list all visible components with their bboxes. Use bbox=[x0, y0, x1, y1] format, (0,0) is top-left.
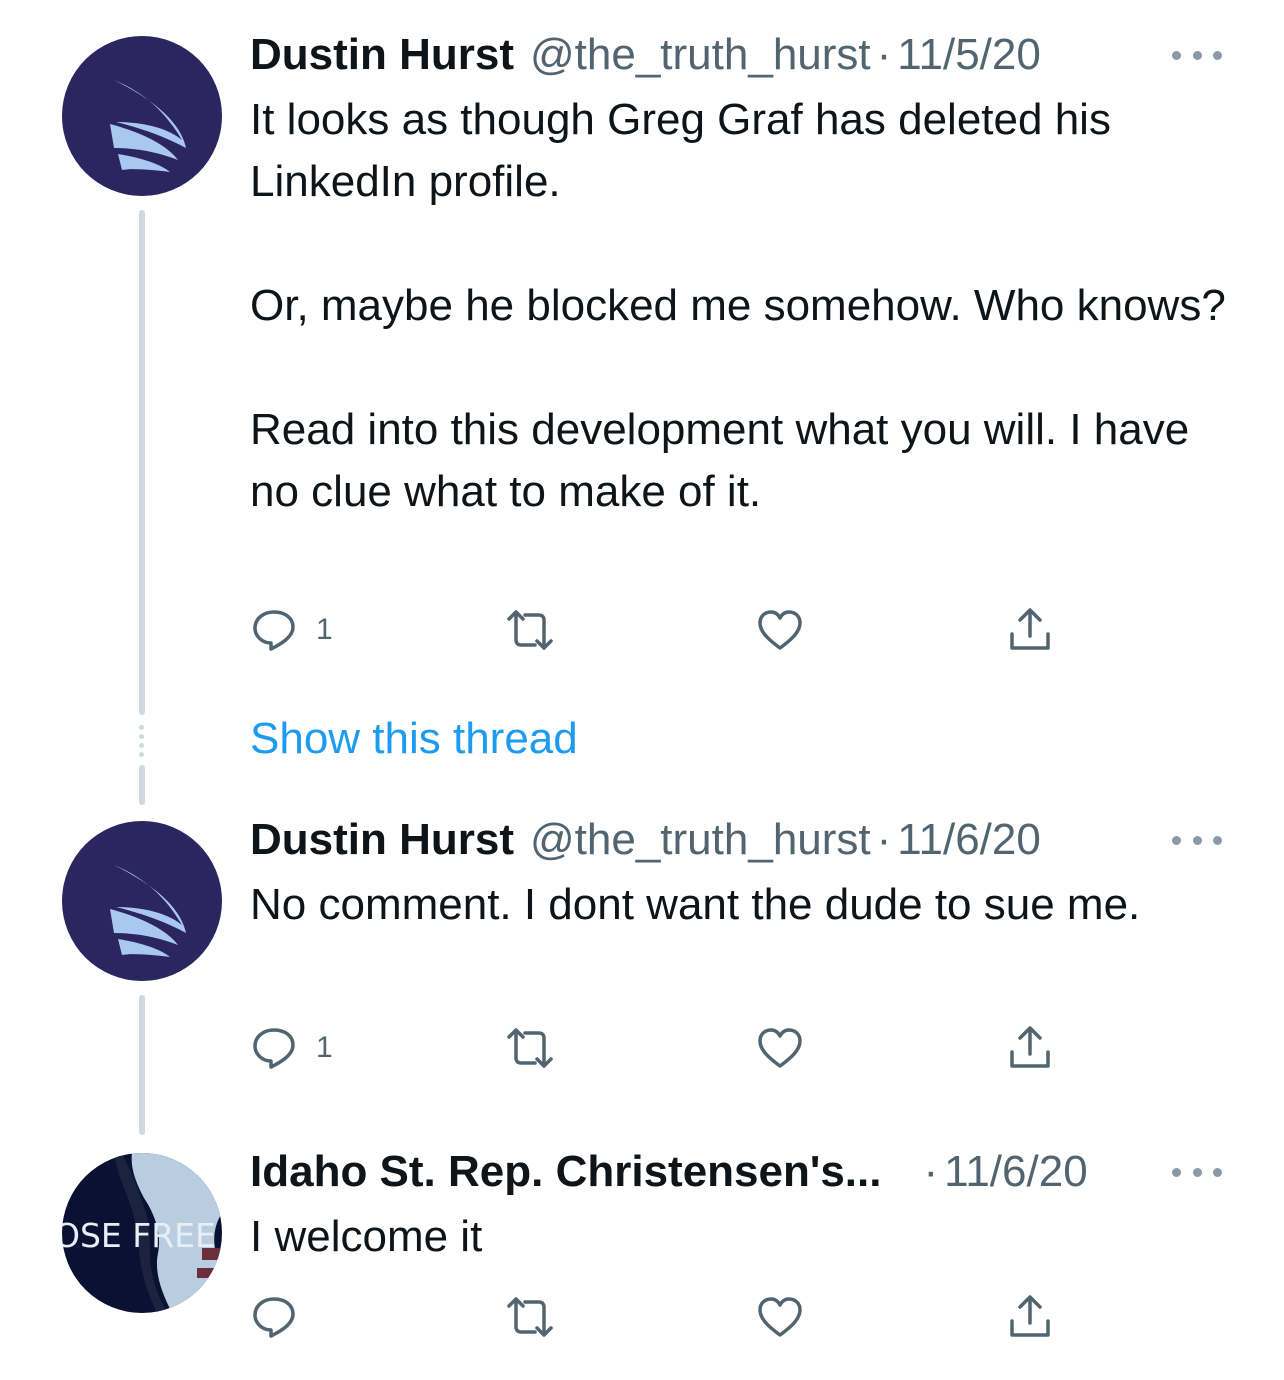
reply-icon bbox=[253, 1028, 295, 1069]
share-button[interactable] bbox=[1006, 1292, 1054, 1342]
reply-button[interactable]: 1 bbox=[250, 605, 333, 655]
share-icon bbox=[1010, 608, 1050, 650]
tweet-actions bbox=[250, 1292, 1070, 1342]
avatar-caption: OSE FREE bbox=[62, 1216, 216, 1255]
author-name[interactable]: Dustin Hurst bbox=[250, 815, 514, 865]
share-icon bbox=[1010, 1295, 1050, 1337]
retweet-icon bbox=[507, 610, 553, 650]
wing-logo-icon bbox=[110, 80, 186, 172]
retweet-button[interactable] bbox=[506, 605, 554, 655]
reply-count: 1 bbox=[316, 1031, 333, 1064]
reply-button[interactable] bbox=[250, 1292, 298, 1342]
reply-button[interactable]: 1 bbox=[250, 1023, 333, 1073]
tweet-text: No comment. I dont want the dude to sue … bbox=[250, 880, 1141, 929]
retweet-icon bbox=[507, 1028, 553, 1068]
like-icon bbox=[758, 610, 802, 650]
more-icon[interactable] bbox=[1172, 45, 1222, 65]
share-button[interactable] bbox=[1006, 1023, 1054, 1073]
more-icon[interactable] bbox=[1172, 1162, 1222, 1182]
avatar[interactable] bbox=[62, 821, 222, 981]
avatar-photo[interactable]: OSE FREE bbox=[62, 1153, 222, 1313]
tweet-text: It looks as though Greg Graf has deleted… bbox=[250, 95, 1226, 516]
thread-line bbox=[139, 210, 145, 715]
like-icon bbox=[758, 1028, 802, 1068]
tweet-text: I welcome it bbox=[250, 1212, 483, 1261]
separator: · bbox=[876, 815, 892, 864]
retweet-button[interactable] bbox=[506, 1292, 554, 1342]
tweet-date[interactable]: 11/6/20 bbox=[897, 815, 1041, 865]
retweet-icon bbox=[507, 1297, 553, 1337]
tweet-actions: 1 bbox=[250, 1023, 1070, 1073]
more-icon[interactable] bbox=[1172, 830, 1222, 850]
share-icon bbox=[1010, 1026, 1050, 1068]
avatar[interactable] bbox=[62, 36, 222, 196]
show-thread-link[interactable]: Show this thread bbox=[250, 714, 578, 764]
tweet-date[interactable]: 11/5/20 bbox=[897, 30, 1041, 80]
author-handle[interactable]: @the_truth_hurst bbox=[530, 30, 871, 80]
author-handle[interactable]: @the_truth_hurst bbox=[530, 815, 871, 865]
reply-count: 1 bbox=[316, 613, 333, 646]
thread-line bbox=[139, 765, 145, 805]
reply-icon bbox=[253, 1297, 295, 1338]
retweet-button[interactable] bbox=[506, 1023, 554, 1073]
share-button[interactable] bbox=[1006, 605, 1054, 655]
thread-line bbox=[139, 995, 145, 1135]
author-name[interactable]: Dustin Hurst bbox=[250, 30, 514, 80]
tweet-header: Dustin Hurst @the_truth_hurst · 11/5/20 bbox=[250, 30, 1041, 80]
like-button[interactable] bbox=[756, 605, 804, 655]
tweet-header: Dustin Hurst @the_truth_hurst · 11/6/20 bbox=[250, 815, 1041, 865]
tweet-actions: 1 bbox=[250, 605, 1070, 655]
like-icon bbox=[758, 1297, 802, 1337]
photo-image: OSE FREE bbox=[62, 1153, 222, 1313]
separator: · bbox=[923, 1147, 939, 1196]
like-button[interactable] bbox=[756, 1292, 804, 1342]
author-name[interactable]: Idaho St. Rep. Christensen's... bbox=[250, 1147, 881, 1197]
reply-icon bbox=[253, 610, 295, 651]
tweet-header: Idaho St. Rep. Christensen's... · 11/6/2… bbox=[250, 1147, 1088, 1197]
wing-logo-icon bbox=[110, 865, 186, 957]
separator: · bbox=[876, 30, 892, 79]
tweet-date[interactable]: 11/6/20 bbox=[944, 1147, 1088, 1197]
like-button[interactable] bbox=[756, 1023, 804, 1073]
thread-gap-dots bbox=[139, 725, 145, 761]
